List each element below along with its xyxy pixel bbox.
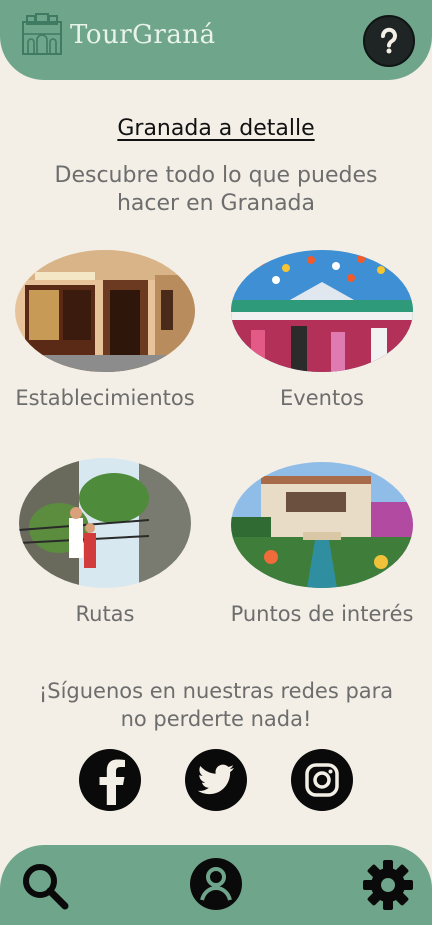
category-label: Rutas: [75, 602, 135, 626]
app-title: TourGraná: [70, 20, 216, 50]
twitter-button[interactable]: [185, 749, 247, 811]
category-eventos[interactable]: Eventos: [222, 250, 422, 410]
gear-icon: [363, 860, 413, 910]
search-icon: [23, 864, 69, 910]
category-establecimientos[interactable]: Establecimientos: [5, 250, 205, 410]
instagram-icon: [305, 763, 339, 797]
category-label: Establecimientos: [15, 386, 195, 410]
generalife-garden-photo: [231, 462, 413, 588]
facebook-button[interactable]: [79, 749, 141, 811]
follow-us-text: ¡Síguenos en nuestras redes para no perd…: [38, 679, 394, 731]
category-label: Eventos: [280, 386, 364, 410]
bottom-nav-bar: [0, 845, 432, 925]
instagram-button[interactable]: [291, 749, 353, 811]
search-button[interactable]: [18, 859, 72, 913]
alhambra-logo-icon: [22, 13, 62, 55]
user-icon: [200, 867, 232, 901]
fair-photo: [231, 250, 413, 372]
question-icon: [381, 27, 397, 54]
top-app-bar: TourGraná: [0, 0, 432, 80]
category-puntos-interes[interactable]: Puntos de interés: [222, 462, 422, 626]
settings-button[interactable]: [360, 857, 416, 913]
profile-button[interactable]: [190, 858, 242, 910]
facebook-icon: [99, 759, 125, 805]
category-rutas[interactable]: Rutas: [5, 458, 205, 626]
category-label: Puntos de interés: [230, 602, 414, 626]
page-subtitle: Descubre todo lo que puedes hacer en Gra…: [54, 163, 378, 216]
storefront-photo: [15, 250, 195, 372]
page-title: Granada a detalle: [117, 116, 315, 141]
hiking-bridge-photo: [19, 458, 191, 588]
twitter-icon: [197, 764, 234, 795]
help-button[interactable]: [363, 15, 415, 67]
